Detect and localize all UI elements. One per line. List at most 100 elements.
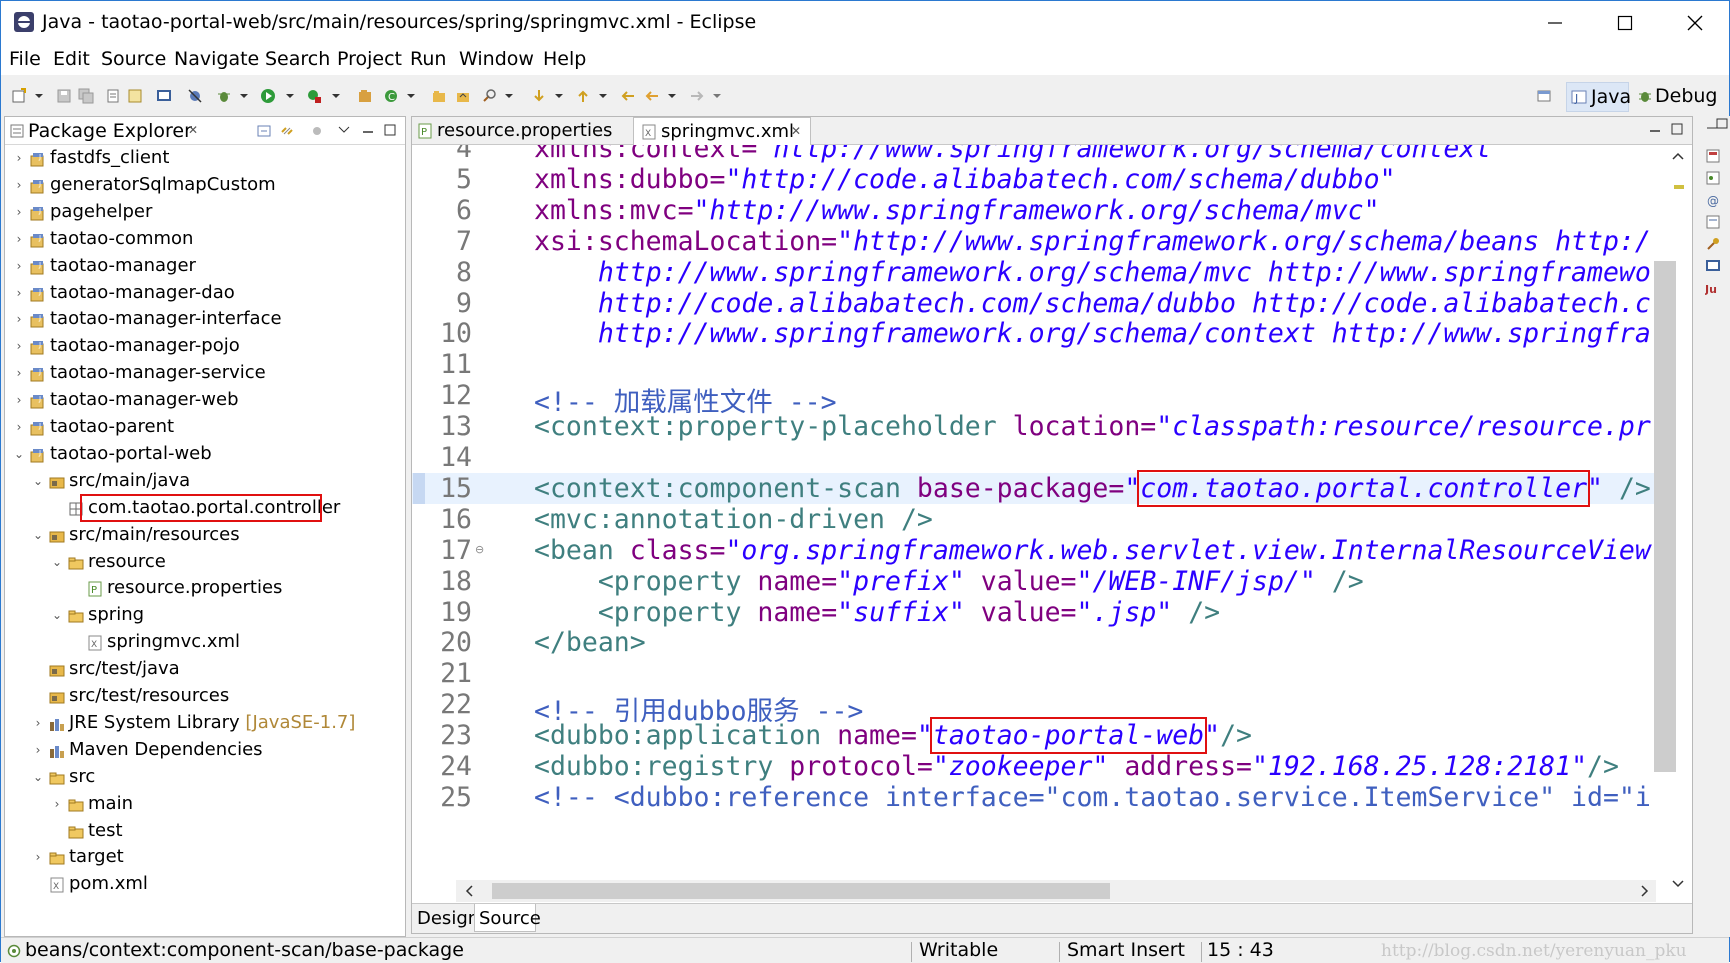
next-annotation-dropdown-icon[interactable] [554, 88, 564, 104]
new-class-icon[interactable]: C [383, 88, 399, 104]
back-dropdown-icon[interactable] [667, 88, 677, 104]
collapsed-chevron-icon[interactable]: › [13, 205, 25, 219]
new-java-project-icon[interactable] [357, 88, 373, 104]
tree-item[interactable]: ⌄ resource [5, 549, 405, 576]
menu-navigate[interactable]: Navigate [174, 48, 259, 70]
horizontal-scrollbar[interactable] [456, 880, 1656, 902]
run-dropdown-icon[interactable] [285, 88, 295, 104]
external-tools-dropdown-icon[interactable] [331, 88, 341, 104]
declaration-icon[interactable] [1705, 214, 1721, 230]
collapsed-chevron-icon[interactable]: › [32, 716, 44, 730]
expanded-chevron-icon[interactable]: ⌄ [13, 447, 25, 461]
tree-item[interactable]: › Jtaotao-manager-pojo [5, 333, 405, 360]
next-annotation-icon[interactable] [531, 88, 547, 104]
task-list-icon[interactable] [1705, 148, 1721, 164]
tree-item[interactable]: › Jtaotao-manager-web [5, 387, 405, 414]
editor-maximize-icon[interactable] [1670, 122, 1684, 136]
collapsed-chevron-icon[interactable]: › [32, 743, 44, 757]
external-tools-icon[interactable] [306, 88, 322, 104]
open-type-icon[interactable] [431, 88, 447, 104]
tree-item[interactable]: Xspringmvc.xml [5, 629, 405, 656]
menu-search[interactable]: Search [265, 48, 330, 70]
maximize-button[interactable] [1591, 1, 1659, 44]
collapsed-chevron-icon[interactable]: › [13, 366, 25, 380]
horizontal-scrollbar-thumb[interactable] [492, 883, 1110, 899]
new-icon[interactable] [11, 88, 27, 104]
tree-item[interactable]: test [5, 818, 405, 845]
expanded-chevron-icon[interactable]: ⌄ [51, 555, 63, 569]
collapse-all-icon[interactable] [257, 124, 271, 138]
close-button[interactable] [1661, 1, 1729, 44]
scroll-up-icon[interactable] [1672, 150, 1684, 164]
forward-dropdown-icon[interactable] [712, 88, 722, 104]
collapsed-chevron-icon[interactable]: › [51, 797, 63, 811]
expanded-chevron-icon[interactable]: ⌄ [32, 528, 44, 542]
tree-item[interactable]: ⌄ spring [5, 602, 405, 629]
outline-icon[interactable] [1705, 170, 1721, 186]
source-code-area[interactable]: 4 xmlns:context="http://www.springframewo… [412, 145, 1656, 892]
tree-item[interactable]: ⌄ src/main/resources [5, 522, 405, 549]
run-icon[interactable] [260, 88, 276, 104]
tree-item[interactable]: › Jtaotao-manager-service [5, 360, 405, 387]
back-icon[interactable] [644, 88, 660, 104]
scroll-down-icon[interactable] [1672, 876, 1684, 890]
collapsed-chevron-icon[interactable]: › [13, 339, 25, 353]
open-task-icon[interactable] [127, 88, 143, 104]
overview-warning-marker[interactable] [1674, 185, 1684, 189]
tree-item[interactable]: › JgeneratorSqlmapCustom [5, 172, 405, 199]
debug-icon[interactable] [216, 88, 232, 104]
last-edit-location-icon[interactable] [620, 88, 636, 104]
previous-annotation-icon[interactable] [575, 88, 591, 104]
collapsed-chevron-icon[interactable]: › [32, 850, 44, 864]
collapsed-chevron-icon[interactable]: › [13, 151, 25, 165]
skip-breakpoints-icon[interactable] [187, 88, 203, 104]
tree-item[interactable]: › JRE System Library [JavaSE-1.7] [5, 710, 405, 737]
search-dropdown-icon[interactable] [504, 88, 514, 104]
maximize-view-icon[interactable] [383, 123, 397, 137]
fold-icon[interactable]: ⊖ [475, 543, 484, 556]
tree-item[interactable]: › Jtaotao-manager [5, 253, 405, 280]
editor-minimize-icon[interactable] [1648, 123, 1662, 137]
tree-item[interactable]: › main [5, 791, 405, 818]
collapsed-chevron-icon[interactable]: › [13, 393, 25, 407]
tree-item[interactable]: src/test/resources [5, 683, 405, 710]
tree-item[interactable]: › Jfastdfs_client [5, 145, 405, 172]
search-icon[interactable] [481, 88, 497, 104]
minimize-view-icon[interactable] [361, 124, 375, 138]
tree-item[interactable]: ⌄ src/main/java [5, 468, 405, 495]
forward-icon[interactable] [689, 88, 705, 104]
package-explorer-close-icon[interactable]: ✕ [188, 123, 198, 137]
properties-icon[interactable] [105, 88, 121, 104]
tree-item[interactable]: › Maven Dependencies [5, 737, 405, 764]
console-icon[interactable] [156, 88, 172, 104]
tab-source[interactable]: Source [479, 908, 541, 929]
scroll-right-icon[interactable] [1638, 885, 1650, 897]
menu-source[interactable]: Source [101, 48, 166, 70]
new-dropdown-icon[interactable] [34, 88, 44, 104]
tree-item[interactable]: › Jpagehelper [5, 199, 405, 226]
save-icon[interactable] [56, 88, 72, 104]
tree-item[interactable]: Presource.properties [5, 575, 405, 602]
menu-file[interactable]: File [9, 48, 41, 70]
expanded-chevron-icon[interactable]: ⌄ [51, 608, 63, 622]
perspective-debug-button[interactable]: Debug [1637, 82, 1730, 112]
tree-item[interactable]: Xpom.xml [5, 871, 405, 898]
perspective-java-button[interactable]: J Java [1566, 82, 1631, 112]
problems-icon[interactable] [1705, 236, 1721, 252]
minimize-button[interactable] [1521, 1, 1589, 44]
tree-item[interactable]: src/test/java [5, 656, 405, 683]
tree-item[interactable]: ⌄ src [5, 764, 405, 791]
junit-icon[interactable]: Ju [1705, 280, 1721, 296]
tree-item[interactable]: › target [5, 844, 405, 871]
tree-item[interactable]: › Jtaotao-common [5, 226, 405, 253]
console-view-icon[interactable] [1705, 258, 1721, 274]
expanded-chevron-icon[interactable]: ⌄ [32, 474, 44, 488]
tree-item[interactable]: com.taotao.portal.controller [5, 493, 405, 522]
expanded-chevron-icon[interactable]: ⌄ [32, 770, 44, 784]
tab-springmvc-xml[interactable]: X springmvc.xml ✕ [633, 117, 811, 145]
javadoc-icon[interactable]: @ [1705, 192, 1721, 208]
collapsed-chevron-icon[interactable]: › [13, 286, 25, 300]
view-menu-filter-icon[interactable] [310, 124, 324, 138]
tab-design[interactable]: Design [417, 908, 479, 929]
collapsed-chevron-icon[interactable]: › [13, 259, 25, 273]
